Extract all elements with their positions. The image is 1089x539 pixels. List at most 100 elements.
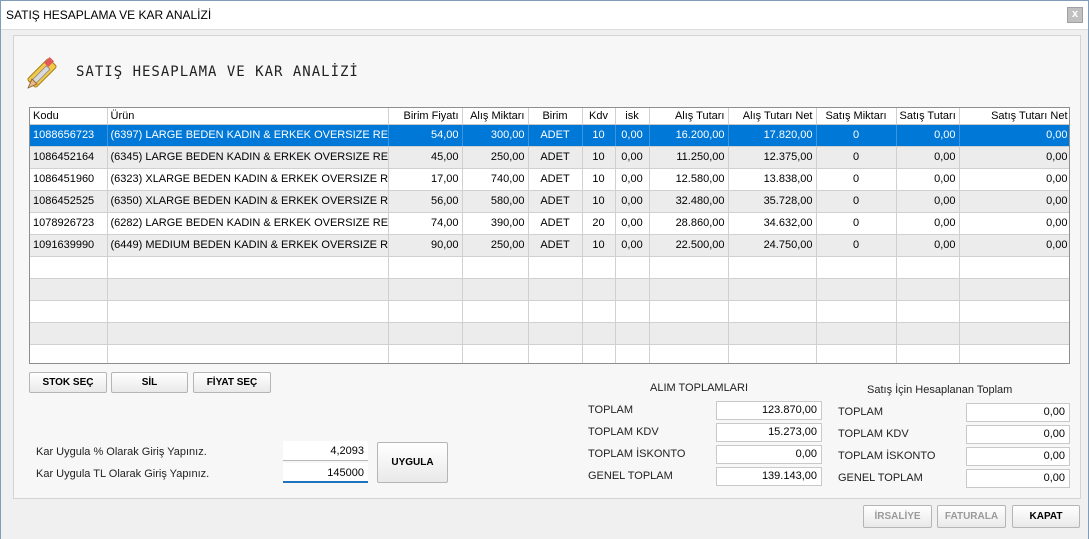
cell-satis-tutari-net[interactable]: 0,00 bbox=[959, 168, 1069, 191]
cell-alis-tutari[interactable]: 32.480,00 bbox=[649, 190, 729, 213]
cell-satis-miktari[interactable]: 0 bbox=[816, 234, 897, 257]
cell-satis-miktari[interactable]: 0 bbox=[816, 146, 897, 169]
cell-birim-fiyati[interactable]: 56,00 bbox=[388, 190, 463, 213]
cell-alis-miktari[interactable]: 390,00 bbox=[462, 212, 529, 235]
cell-birim[interactable]: ADET bbox=[528, 124, 583, 147]
empty-cell[interactable] bbox=[462, 344, 529, 363]
cell-kdv[interactable]: 10 bbox=[582, 190, 616, 213]
cell-alis-miktari[interactable]: 250,00 bbox=[462, 234, 529, 257]
cell-urun[interactable]: (6397) LARGE BEDEN KADIN & ERKEK OVERSIZ… bbox=[107, 124, 389, 147]
empty-cell[interactable] bbox=[959, 300, 1069, 323]
empty-cell[interactable] bbox=[959, 278, 1069, 301]
empty-cell[interactable] bbox=[528, 256, 583, 279]
cell-birim[interactable]: ADET bbox=[528, 168, 583, 191]
cell-urun[interactable]: (6323) XLARGE BEDEN KADIN & ERKEK OVERSI… bbox=[107, 168, 389, 191]
cell-satis-miktari[interactable]: 0 bbox=[816, 190, 897, 213]
cell-satis-tutari-net[interactable]: 0,00 bbox=[959, 190, 1069, 213]
empty-cell[interactable] bbox=[649, 344, 729, 363]
empty-cell[interactable] bbox=[30, 256, 108, 279]
empty-cell[interactable] bbox=[582, 300, 616, 323]
empty-cell[interactable] bbox=[615, 344, 650, 363]
cell-birim-fiyati[interactable]: 74,00 bbox=[388, 212, 463, 235]
empty-cell[interactable] bbox=[896, 344, 960, 363]
cell-urun[interactable]: (6350) XLARGE BEDEN KADIN & ERKEK OVERSI… bbox=[107, 190, 389, 213]
cell-kodu[interactable]: 1088656723 bbox=[30, 124, 108, 147]
empty-cell[interactable] bbox=[582, 344, 616, 363]
empty-cell[interactable] bbox=[959, 322, 1069, 345]
cell-satis-tutari[interactable]: 0,00 bbox=[896, 190, 960, 213]
cell-alis-tutari[interactable]: 22.500,00 bbox=[649, 234, 729, 257]
col-header-isk[interactable]: isk bbox=[615, 108, 650, 125]
empty-row[interactable] bbox=[30, 278, 1069, 301]
empty-cell[interactable] bbox=[728, 256, 817, 279]
cell-kdv[interactable]: 10 bbox=[582, 124, 616, 147]
empty-cell[interactable] bbox=[615, 256, 650, 279]
col-header-birim-fiyati[interactable]: Birim Fiyatı bbox=[388, 108, 463, 125]
cell-isk[interactable]: 0,00 bbox=[615, 190, 650, 213]
cell-isk[interactable]: 0,00 bbox=[615, 146, 650, 169]
cell-satis-tutari[interactable]: 0,00 bbox=[896, 212, 960, 235]
cell-alis-tutari-net[interactable]: 12.375,00 bbox=[728, 146, 817, 169]
empty-cell[interactable] bbox=[107, 344, 389, 363]
cell-kdv[interactable]: 10 bbox=[582, 168, 616, 191]
sil-button[interactable]: SİL bbox=[111, 372, 188, 393]
col-header-alis-tutari[interactable]: Alış Tutarı bbox=[649, 108, 729, 125]
col-header-satis-miktari[interactable]: Satış Miktarı bbox=[816, 108, 897, 125]
cell-satis-tutari[interactable]: 0,00 bbox=[896, 234, 960, 257]
empty-cell[interactable] bbox=[462, 256, 529, 279]
cell-alis-tutari-net[interactable]: 34.632,00 bbox=[728, 212, 817, 235]
empty-cell[interactable] bbox=[728, 322, 817, 345]
empty-row[interactable] bbox=[30, 344, 1069, 363]
kar-percent-input[interactable]: 4,2093 bbox=[283, 441, 368, 461]
cell-kodu[interactable]: 1086452525 bbox=[30, 190, 108, 213]
stok-sec-button[interactable]: STOK SEÇ bbox=[29, 372, 107, 393]
cell-urun[interactable]: (6282) LARGE BEDEN KADIN & ERKEK OVERSIZ… bbox=[107, 212, 389, 235]
empty-cell[interactable] bbox=[107, 278, 389, 301]
empty-cell[interactable] bbox=[615, 300, 650, 323]
empty-cell[interactable] bbox=[107, 256, 389, 279]
empty-cell[interactable] bbox=[816, 300, 897, 323]
empty-cell[interactable] bbox=[816, 344, 897, 363]
empty-cell[interactable] bbox=[462, 300, 529, 323]
empty-cell[interactable] bbox=[388, 278, 463, 301]
col-header-satis-tutari[interactable]: Satış Tutarı bbox=[896, 108, 960, 125]
cell-alis-tutari-net[interactable]: 13.838,00 bbox=[728, 168, 817, 191]
uygula-button[interactable]: UYGULA bbox=[377, 442, 448, 483]
empty-cell[interactable] bbox=[528, 344, 583, 363]
cell-kdv[interactable]: 20 bbox=[582, 212, 616, 235]
empty-cell[interactable] bbox=[816, 278, 897, 301]
cell-satis-miktari[interactable]: 0 bbox=[816, 124, 897, 147]
empty-cell[interactable] bbox=[728, 278, 817, 301]
cell-urun[interactable]: (6449) MEDIUM BEDEN KADIN & ERKEK OVERSI… bbox=[107, 234, 389, 257]
empty-cell[interactable] bbox=[388, 256, 463, 279]
cell-isk[interactable]: 0,00 bbox=[615, 212, 650, 235]
empty-cell[interactable] bbox=[30, 300, 108, 323]
cell-alis-tutari-net[interactable]: 35.728,00 bbox=[728, 190, 817, 213]
cell-urun[interactable]: (6345) LARGE BEDEN KADIN & ERKEK OVERSIZ… bbox=[107, 146, 389, 169]
cell-isk[interactable]: 0,00 bbox=[615, 168, 650, 191]
col-header-alis-tutari-net[interactable]: Alış Tutarı Net bbox=[728, 108, 817, 125]
empty-cell[interactable] bbox=[582, 278, 616, 301]
table-row[interactable]: 1086452164 (6345) LARGE BEDEN KADIN & ERK… bbox=[30, 146, 1069, 169]
empty-cell[interactable] bbox=[896, 300, 960, 323]
empty-cell[interactable] bbox=[649, 322, 729, 345]
table-row[interactable]: 1078926723 (6282) LARGE BEDEN KADIN & ERK… bbox=[30, 212, 1069, 235]
empty-cell[interactable] bbox=[388, 322, 463, 345]
empty-row[interactable] bbox=[30, 256, 1069, 279]
empty-cell[interactable] bbox=[959, 256, 1069, 279]
cell-satis-tutari-net[interactable]: 0,00 bbox=[959, 146, 1069, 169]
empty-cell[interactable] bbox=[528, 278, 583, 301]
cell-satis-tutari-net[interactable]: 0,00 bbox=[959, 124, 1069, 147]
cell-birim[interactable]: ADET bbox=[528, 234, 583, 257]
cell-birim-fiyati[interactable]: 90,00 bbox=[388, 234, 463, 257]
empty-cell[interactable] bbox=[388, 300, 463, 323]
empty-cell[interactable] bbox=[582, 322, 616, 345]
empty-row[interactable] bbox=[30, 300, 1069, 323]
empty-cell[interactable] bbox=[896, 256, 960, 279]
col-header-satis-tutari-net[interactable]: Satış Tutarı Net bbox=[959, 108, 1069, 125]
cell-satis-tutari[interactable]: 0,00 bbox=[896, 146, 960, 169]
cell-birim[interactable]: ADET bbox=[528, 190, 583, 213]
cell-alis-miktari[interactable]: 580,00 bbox=[462, 190, 529, 213]
empty-row[interactable] bbox=[30, 322, 1069, 345]
table-row[interactable]: 1086451960 (6323) XLARGE BEDEN KADIN & ER… bbox=[30, 168, 1069, 191]
